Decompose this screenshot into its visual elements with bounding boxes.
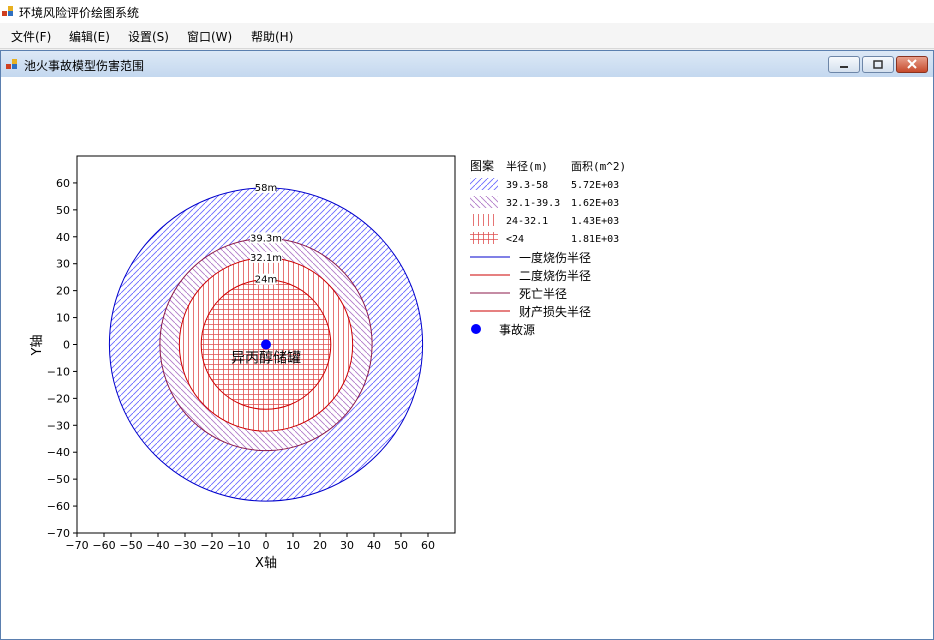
y-tick-label: 0 (63, 339, 70, 352)
legend-line-first-degree-label: 一度烧伤半径 (519, 250, 591, 265)
y-axis-label: Y轴 (30, 335, 45, 357)
legend-line-property-label: 财产损失半径 (519, 304, 591, 319)
legend-header-area: 面积(m^2) (571, 160, 626, 173)
x-tick-label: 0 (263, 539, 270, 552)
restore-icon (873, 60, 883, 69)
child-window-titlebar[interactable]: 池火事故模型伤害范围 (1, 51, 933, 77)
child-window-title: 池火事故模型伤害范围 (24, 59, 145, 73)
x-axis-label: X轴 (255, 556, 277, 571)
y-tick-label: −20 (47, 392, 70, 405)
app-icon (2, 6, 13, 16)
menu-bar: 文件(F) 编辑(E) 设置(S) 窗口(W) 帮助(H) (0, 23, 934, 49)
restore-button[interactable] (862, 56, 894, 73)
y-tick-label: 10 (56, 312, 70, 325)
accident-source-label: 异丙醇储罐 (231, 350, 301, 367)
close-button[interactable] (896, 56, 928, 73)
radius-label-4: 24m (255, 275, 277, 286)
legend-header-radius: 半径(m) (506, 159, 548, 173)
y-tick-label: 50 (56, 204, 70, 217)
x-tick-label: −40 (146, 539, 169, 552)
y-axis-ticks: 60 50 40 30 20 10 0 −10 −20 −30 −40 −50 −60 −70 (47, 177, 77, 540)
menu-help[interactable]: 帮助(H) (251, 28, 293, 45)
minimize-icon (840, 66, 848, 68)
y-tick-label: −70 (47, 527, 70, 540)
legend-zone-2-range: 32.1-39.3 (506, 198, 560, 209)
y-tick-label: −50 (47, 473, 70, 486)
child-window-icon (6, 59, 17, 69)
legend-zone-1-area: 5.72E+03 (571, 180, 619, 191)
x-axis-ticks: −70 −60 −50 −40 −30 −20 −10 0 10 20 30 40 50 60 (65, 533, 435, 552)
x-tick-label: −10 (227, 539, 250, 552)
legend-source-label: 事故源 (499, 322, 535, 337)
y-tick-label: 30 (56, 258, 70, 271)
legend-zone-4-area: 1.81E+03 (571, 234, 619, 245)
radius-label-1: 58m (255, 183, 277, 194)
y-tick-label: 60 (56, 177, 70, 190)
y-tick-label: −10 (47, 365, 70, 378)
legend-swatch-zone-4 (470, 232, 498, 244)
legend-header-pattern: 图案 (470, 158, 494, 173)
x-tick-label: 40 (367, 539, 381, 552)
legend-zone-3-range: 24-32.1 (506, 216, 548, 227)
x-tick-label: 20 (313, 539, 327, 552)
y-tick-label: −60 (47, 500, 70, 513)
minimize-button[interactable] (828, 56, 860, 73)
menu-settings[interactable]: 设置(S) (128, 28, 169, 45)
legend-zone-4-range: <24 (506, 234, 524, 245)
chart: 58m 39.3m 32.1m 24m 异丙醇储罐 −70 −60 −50 −40 −3… (30, 155, 626, 571)
accident-source-marker (261, 339, 271, 350)
y-tick-label: −40 (47, 446, 70, 459)
legend-line-death-label: 死亡半径 (519, 287, 567, 301)
legend-zone-2-area: 1.62E+03 (571, 198, 619, 209)
menu-edit[interactable]: 编辑(E) (69, 28, 110, 45)
x-tick-label: 10 (286, 539, 300, 552)
child-window: 池火事故模型伤害范围 58m 39.3m 32.1m 24m 异丙醇储罐 −70… (0, 50, 934, 640)
legend-swatch-zone-3 (470, 214, 498, 226)
x-tick-label: −70 (65, 539, 88, 552)
x-tick-label: −30 (173, 539, 196, 552)
legend-swatch-zone-1 (470, 178, 498, 190)
x-tick-label: 60 (421, 539, 435, 552)
x-tick-label: 30 (340, 539, 354, 552)
close-icon (907, 59, 917, 69)
legend-line-second-degree-label: 二度烧伤半径 (519, 268, 591, 283)
legend-zone-3-area: 1.43E+03 (571, 216, 619, 227)
radius-label-2: 39.3m (250, 233, 282, 244)
legend: 图案 半径(m) 面积(m^2) 39.3-58 5.72E+03 32.1-3… (470, 158, 626, 337)
app-titlebar: 环境风险评价绘图系统 (0, 0, 934, 23)
menu-window[interactable]: 窗口(W) (187, 28, 232, 45)
y-tick-label: −30 (47, 419, 70, 432)
legend-zone-1-range: 39.3-58 (506, 180, 548, 191)
legend-swatch-zone-2 (470, 196, 498, 208)
app-title: 环境风险评价绘图系统 (19, 6, 140, 20)
x-tick-label: −20 (200, 539, 223, 552)
legend-source-marker (471, 324, 481, 334)
x-tick-label: −60 (92, 539, 115, 552)
y-tick-label: 20 (56, 285, 70, 298)
x-tick-label: 50 (394, 539, 408, 552)
radius-label-3: 32.1m (250, 253, 282, 264)
menu-file[interactable]: 文件(F) (11, 28, 51, 45)
y-tick-label: 40 (56, 231, 70, 244)
x-tick-label: −50 (119, 539, 142, 552)
